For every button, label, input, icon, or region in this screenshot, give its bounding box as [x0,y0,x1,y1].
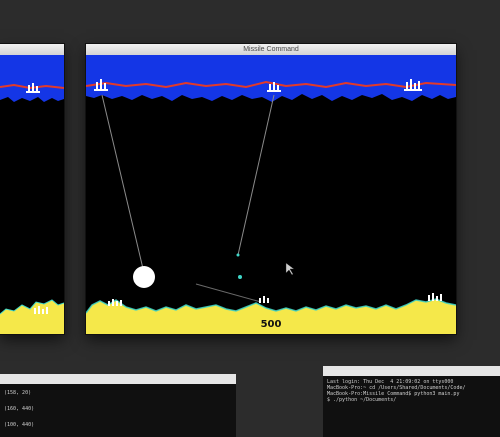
terminal-title [323,366,500,376]
console-window-left: (158, 20) (160, 440) (100, 440) [0,374,236,437]
terminal-line: $ ./python ~/Documents/ [327,397,397,403]
left-game-window [0,44,64,334]
main-game-window: Missile Command 500 [86,44,456,334]
explosion-ball [133,266,155,288]
left-game-canvas[interactable] [0,55,64,334]
score-display: 500 [260,319,282,330]
console-left-title [0,374,236,384]
console-line: (100, 440) [4,422,35,428]
projectile-icon [238,275,242,279]
game-canvas[interactable] [86,55,456,334]
main-window-title: Missile Command [243,46,299,53]
console-line: (158, 20) [4,390,32,396]
console-line: (160, 440) [4,406,35,412]
sky-band [86,55,456,102]
left-sky [0,55,64,102]
terminal-window-right: Last login: Thu Dec 4 21:09:02 on ttys00… [323,366,500,437]
missile-head [236,253,240,257]
